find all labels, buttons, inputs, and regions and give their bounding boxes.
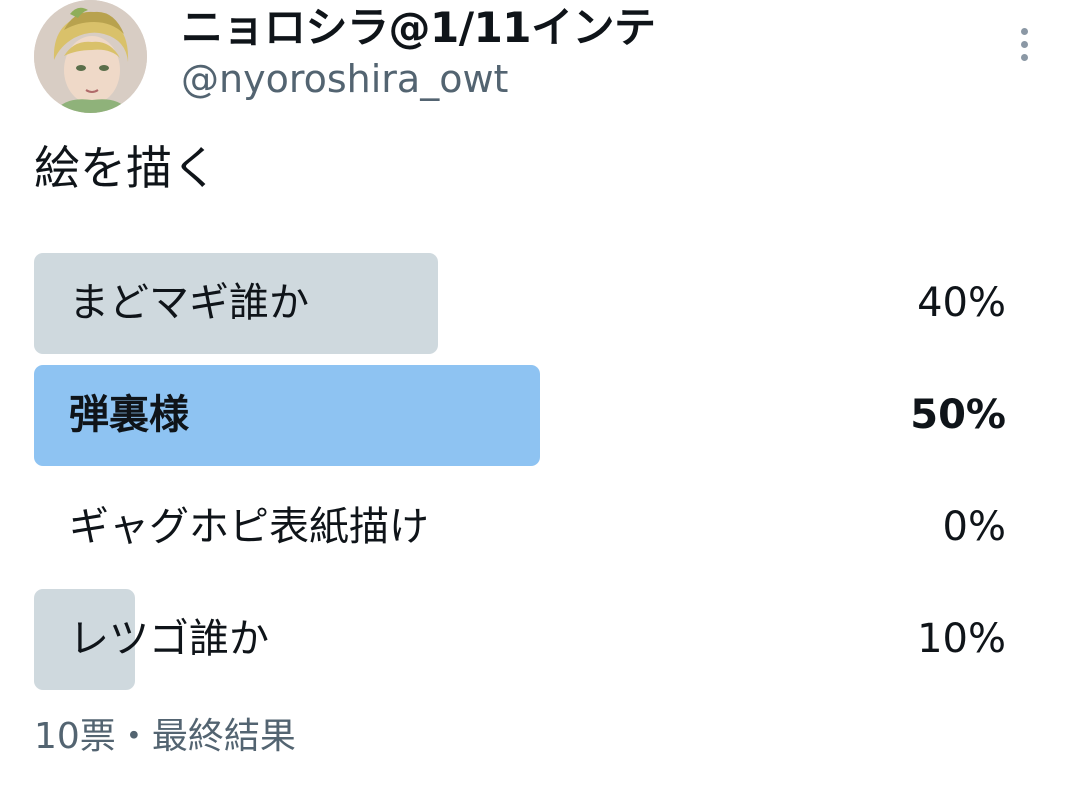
tweet-text: 絵を描く xyxy=(34,141,218,195)
poll-option-percent: 40% xyxy=(917,280,1006,326)
poll-vote-count: 10票 xyxy=(34,716,116,757)
user-handle[interactable]: @nyoroshira_owt xyxy=(181,56,508,102)
poll-option-label: レツゴ誰か xyxy=(69,616,269,662)
poll-option-percent: 50% xyxy=(910,392,1006,438)
display-name[interactable]: ニョロシラ@1/11インテ xyxy=(181,2,656,54)
poll-footer: 10票・最終結果 xyxy=(34,714,296,760)
poll-footer-separator: ・ xyxy=(115,716,152,757)
poll-status: 最終結果 xyxy=(151,716,296,757)
poll-option: ギャグホピ表紙描け 0% xyxy=(34,477,1006,578)
poll-option-label: 弾裏様 xyxy=(69,392,189,438)
avatar[interactable] xyxy=(34,0,147,113)
more-vertical-icon[interactable] xyxy=(1004,22,1044,66)
poll: まどマギ誰か 40% 弾裏様 50% ギャグホピ表紙描け 0% レツゴ誰か 10… xyxy=(34,253,1006,701)
poll-option: 弾裏様 50% xyxy=(34,365,1006,466)
poll-option-label: まどマギ誰か xyxy=(69,280,309,326)
poll-option: レツゴ誰か 10% xyxy=(34,589,1006,690)
poll-option-percent: 10% xyxy=(917,616,1006,662)
poll-option: まどマギ誰か 40% xyxy=(34,253,1006,354)
avatar-illustration-icon xyxy=(34,0,147,113)
poll-option-label: ギャグホピ表紙描け xyxy=(69,504,429,550)
poll-option-percent: 0% xyxy=(942,504,1006,550)
